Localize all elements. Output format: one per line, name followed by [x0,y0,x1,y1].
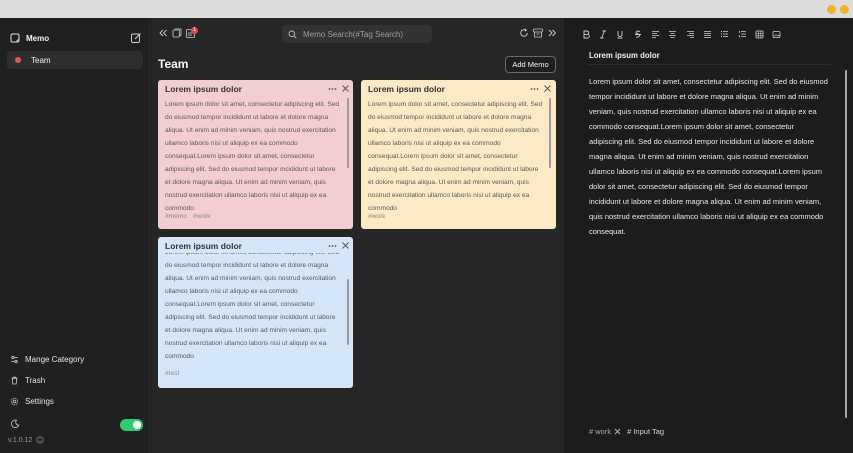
memo-tags: #work [368,213,386,220]
tag-chip[interactable]: # work [589,427,621,436]
memo-card[interactable]: Lorem ipsum dolor Lorem ipsum dolor sit … [158,237,353,388]
memo-logo-icon [10,33,20,43]
editor-title[interactable]: Lorem ipsum dolor [589,51,660,60]
page-title: Team [158,57,189,71]
memo-card[interactable]: Lorem ipsum dolor Lorem ipsum dolor sit … [158,80,353,229]
sidebar-item-team[interactable]: Team [7,51,143,69]
app-brand: Memo [10,33,49,43]
memo-scrollbar[interactable] [549,98,551,168]
search-icon [288,30,297,39]
sidebar-item-label: Trash [25,376,46,385]
remove-tag-icon[interactable] [614,428,621,435]
memo-tags: #test [165,370,179,377]
memo-scrollbar[interactable] [347,279,349,345]
memo-search[interactable] [282,25,432,43]
align-center-icon[interactable] [664,28,681,40]
memo-title: Lorem ipsum dolor [368,84,445,94]
notification-badge: 1 [191,27,198,34]
more-options-icon[interactable] [328,86,337,92]
gear-icon [10,397,19,406]
chevrons-right-icon[interactable] [546,27,558,39]
list-toolbar: 1 [151,18,564,50]
sidebar-item-settings[interactable]: Settings [10,397,54,406]
strikethrough-icon[interactable] [629,28,646,40]
refresh-icon[interactable] [518,27,530,39]
editor-scrollbar[interactable] [845,70,847,418]
memo-list-panel: 1 Team Add Memo Lorem ipsum dolor Lorem … [151,18,564,453]
close-icon[interactable] [341,241,350,250]
category-color-dot [15,57,21,63]
underline-icon[interactable] [612,28,629,40]
memo-title: Lorem ipsum dolor [165,241,242,251]
sidebar-item-manage-category[interactable]: Mange Category [10,355,84,364]
sidebar-item-trash[interactable]: Trash [10,376,45,385]
moon-icon [11,419,20,428]
memo-scrollbar[interactable] [347,98,349,168]
more-options-icon[interactable] [328,243,337,249]
version-label: v.1.0.12 [8,436,33,444]
add-memo-button[interactable]: Add Memo [505,56,556,73]
minimize-button[interactable] [827,5,836,14]
memo-tags: #memo #work [165,213,211,220]
bullet-list-icon[interactable] [716,28,733,40]
dark-mode-toggle[interactable] [120,419,143,431]
sidebar-item-label: Settings [25,397,54,406]
tag-input[interactable]: # Input Tag [627,427,664,436]
version-info: v.1.0.12 [8,436,44,444]
sidebar-item-label: Mange Category [25,355,85,364]
italic-icon[interactable] [594,28,611,40]
sidebar-item-label: Team [31,55,51,65]
memo-editor: Lorem ipsum dolor Lorem ipsum dolor sit … [564,18,853,453]
memo-body: Lorem ipsum dolor sit amet, consectetur … [165,253,342,366]
info-icon[interactable] [36,436,44,444]
close-icon[interactable] [341,84,350,93]
divider [589,64,831,65]
archive-icon[interactable] [532,27,544,39]
memo-body: Lorem ipsum dolor sit amet, consectetur … [165,101,340,212]
tag[interactable]: #work [368,213,386,220]
sliders-icon [11,355,18,364]
table-icon[interactable] [751,28,768,40]
memo-card[interactable]: Lorem ipsum dolor Lorem ipsum dolor sit … [361,80,556,229]
search-input[interactable] [303,29,423,39]
close-window-button[interactable] [840,5,849,14]
more-options-icon[interactable] [530,86,539,92]
chevrons-left-icon[interactable] [157,27,169,39]
memo-body: Lorem ipsum dolor sit amet, consectetur … [368,101,543,212]
trash-icon [11,376,18,385]
tag[interactable]: #test [165,370,179,377]
align-left-icon[interactable] [647,28,664,40]
memo-body-text: Lorem ipsum dolor sit amet, consectetur … [165,253,339,360]
tag-chip-label: # work [589,427,612,436]
bold-icon[interactable] [577,28,594,40]
tag[interactable]: #work [193,213,211,220]
align-right-icon[interactable] [681,28,698,40]
app-name: Memo [26,33,50,43]
format-toolbar [577,28,786,40]
numbered-list-icon[interactable] [734,28,751,40]
window-titlebar [0,0,853,18]
align-justify-icon[interactable] [699,28,716,40]
memo-title: Lorem ipsum dolor [165,84,242,94]
tag[interactable]: #memo [165,213,187,220]
close-icon[interactable] [543,84,552,93]
image-icon[interactable] [768,28,785,40]
editor-body[interactable]: Lorem ipsum dolor sit amet, consectetur … [589,74,829,239]
sidebar: Memo Team Mange Category Trash Settings … [0,18,150,453]
tag-row: # work # Input Tag [589,427,664,436]
copy-icon[interactable] [171,27,183,39]
compose-icon[interactable] [130,32,142,44]
